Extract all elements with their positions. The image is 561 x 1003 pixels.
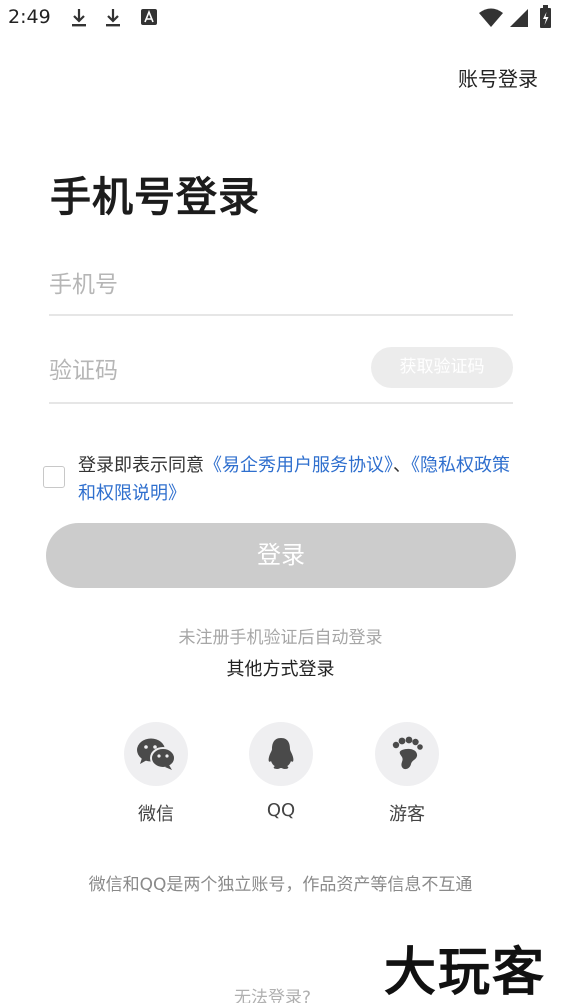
- verification-code-input[interactable]: [49, 344, 359, 398]
- signal-icon: [510, 9, 528, 27]
- cant-login-link[interactable]: 无法登录?: [234, 983, 311, 1003]
- agreement-text: 登录即表示同意《易企秀用户服务协议》、《隐私权政策和权限说明》: [78, 452, 523, 508]
- app-notification-icon: [141, 9, 157, 25]
- wifi-icon: [479, 8, 503, 27]
- download-icon: [106, 9, 120, 27]
- qq-label: QQ: [266, 800, 296, 821]
- qq-login-button[interactable]: QQ: [249, 722, 313, 821]
- other-methods-label: 其他方式登录: [226, 659, 335, 680]
- wechat-icon: [137, 738, 176, 770]
- auto-register-hint: 未注册手机验证后自动登录: [178, 628, 383, 648]
- get-code-button[interactable]: 获取验证码: [371, 347, 513, 388]
- download-icon: [72, 9, 86, 27]
- agreement-separator: 、: [393, 455, 411, 476]
- agreement-prefix: 登录即表示同意: [78, 455, 204, 476]
- login-button[interactable]: 登录: [46, 523, 516, 588]
- account-login-link[interactable]: 账号登录: [458, 63, 538, 92]
- account-notice: 微信和QQ是两个独立账号，作品资产等信息不互通: [88, 875, 473, 895]
- phone-divider: [49, 314, 513, 316]
- guest-label: 游客: [389, 804, 425, 825]
- watermark-logo: 大玩客: [384, 942, 547, 1003]
- phone-input[interactable]: [49, 258, 513, 312]
- battery-charging-icon: [540, 5, 551, 28]
- agreement-checkbox[interactable]: [43, 466, 65, 488]
- qq-icon-circle: [249, 722, 313, 786]
- code-divider: [49, 402, 513, 404]
- service-agreement-link[interactable]: 《易企秀用户服务协议》: [204, 455, 393, 476]
- footprint-icon: [392, 736, 423, 770]
- wechat-label: 微信: [138, 804, 174, 825]
- status-bar: 2:49: [0, 0, 561, 36]
- status-time: 2:49: [8, 6, 51, 28]
- qq-icon: [268, 738, 294, 769]
- guest-login-button[interactable]: 游客: [375, 722, 439, 826]
- guest-icon-circle: [375, 722, 439, 786]
- wechat-login-button[interactable]: 微信: [124, 722, 188, 826]
- page-title: 手机号登录: [50, 173, 260, 221]
- wechat-icon-circle: [124, 722, 188, 786]
